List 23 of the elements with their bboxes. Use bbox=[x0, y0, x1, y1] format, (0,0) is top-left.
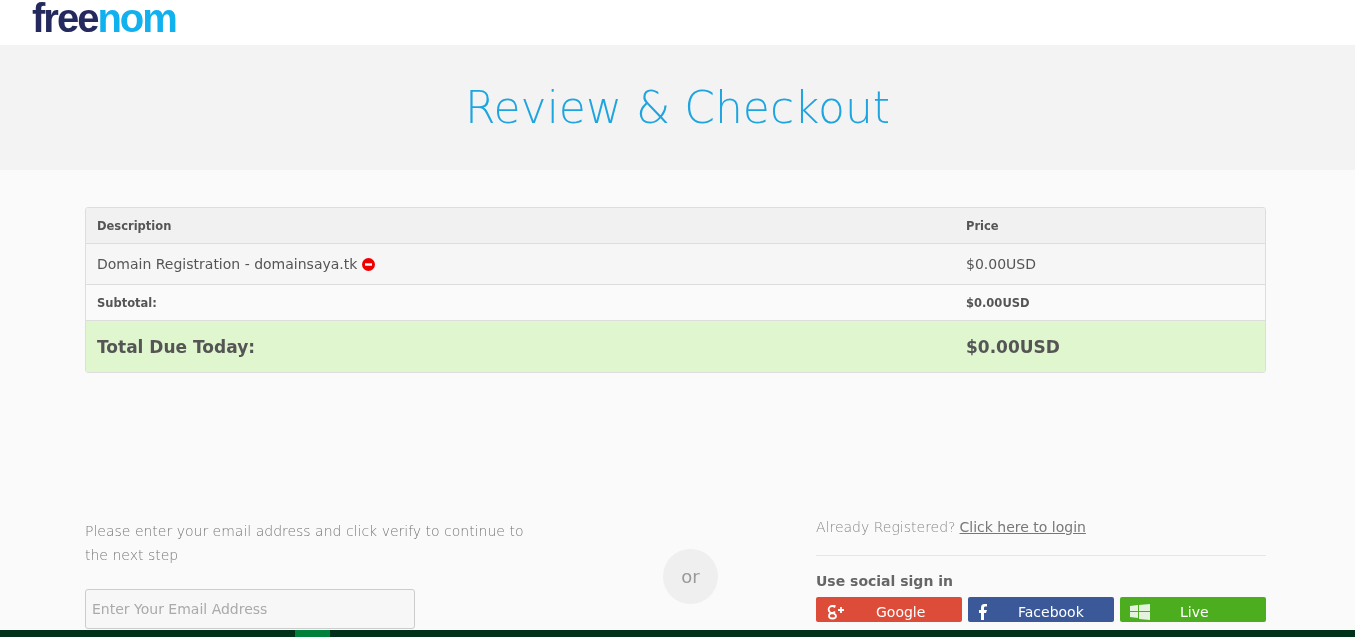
already-registered-text: Already Registered? bbox=[816, 519, 956, 535]
price-cell-text: $0.00USD bbox=[965, 295, 1031, 310]
facebook-sign-in-button[interactable]: Facebook bbox=[968, 597, 1114, 622]
or-separator: or bbox=[663, 549, 718, 604]
email-prompt: Please enter your email address and click verify to continue to the next step bbox=[85, 522, 525, 565]
price-cell-text: $0.00USD bbox=[965, 256, 1037, 272]
facebook-icon bbox=[978, 604, 988, 620]
price-cell-text: $0.00USD bbox=[965, 336, 1061, 357]
windows-icon bbox=[1130, 604, 1150, 620]
description-cell: Domain Registration - domainsaya.tk bbox=[97, 256, 358, 272]
social-heading: Use social sign in bbox=[816, 573, 954, 589]
email-input-field[interactable]: Enter Your Email Address bbox=[85, 589, 415, 629]
description-cell: Subtotal: bbox=[97, 295, 157, 310]
column-header: Price bbox=[965, 218, 1000, 233]
google-plus-icon bbox=[826, 604, 846, 620]
live-sign-in-button[interactable]: Live bbox=[1120, 597, 1266, 622]
page-title: Review & Checkout bbox=[464, 82, 891, 133]
google-sign-in-button[interactable]: Google bbox=[816, 597, 962, 622]
login-link[interactable]: Click here to login bbox=[959, 519, 1086, 535]
column-header: Description bbox=[96, 218, 173, 233]
remove-icon[interactable] bbox=[362, 257, 376, 271]
description-cell: Total Due Today: bbox=[97, 336, 256, 357]
freenom-logo[interactable]: freenom bbox=[32, 0, 176, 41]
